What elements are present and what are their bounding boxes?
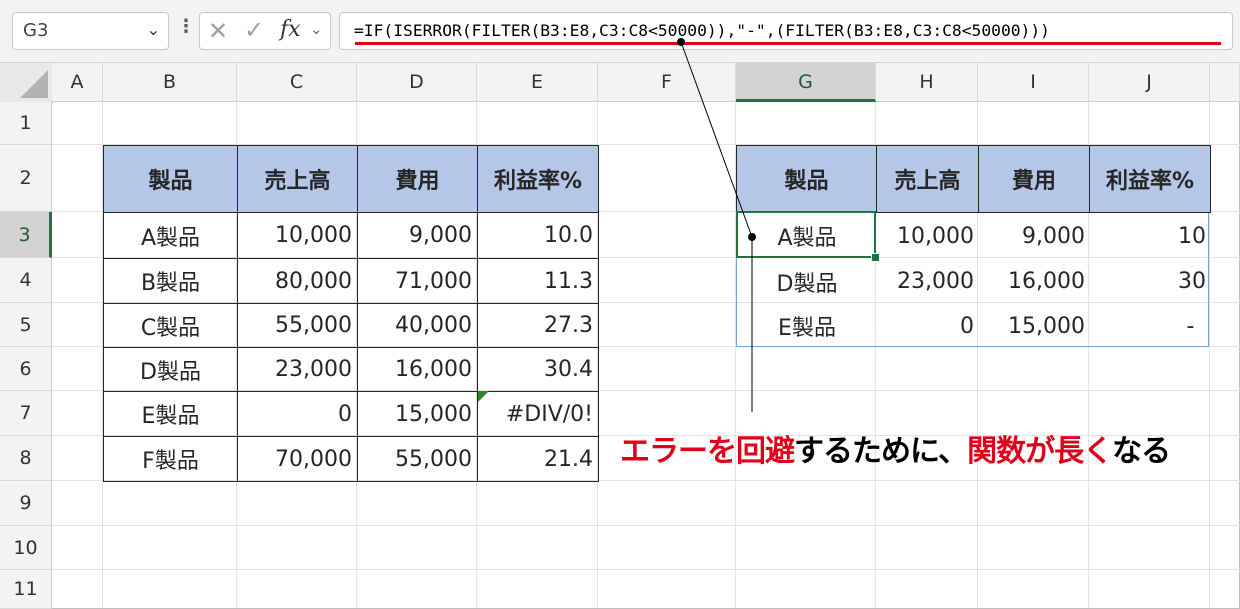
callout-part-1: エラーを回避 (620, 434, 795, 469)
callout-text: エラーを回避するために、関数が長くなる (620, 426, 1171, 470)
callout-pointer (677, 38, 756, 412)
callout-part-4: なる (1112, 434, 1171, 469)
callout-part-2: するために、 (794, 434, 968, 469)
callout-part-3: 関数が長く (967, 434, 1113, 469)
